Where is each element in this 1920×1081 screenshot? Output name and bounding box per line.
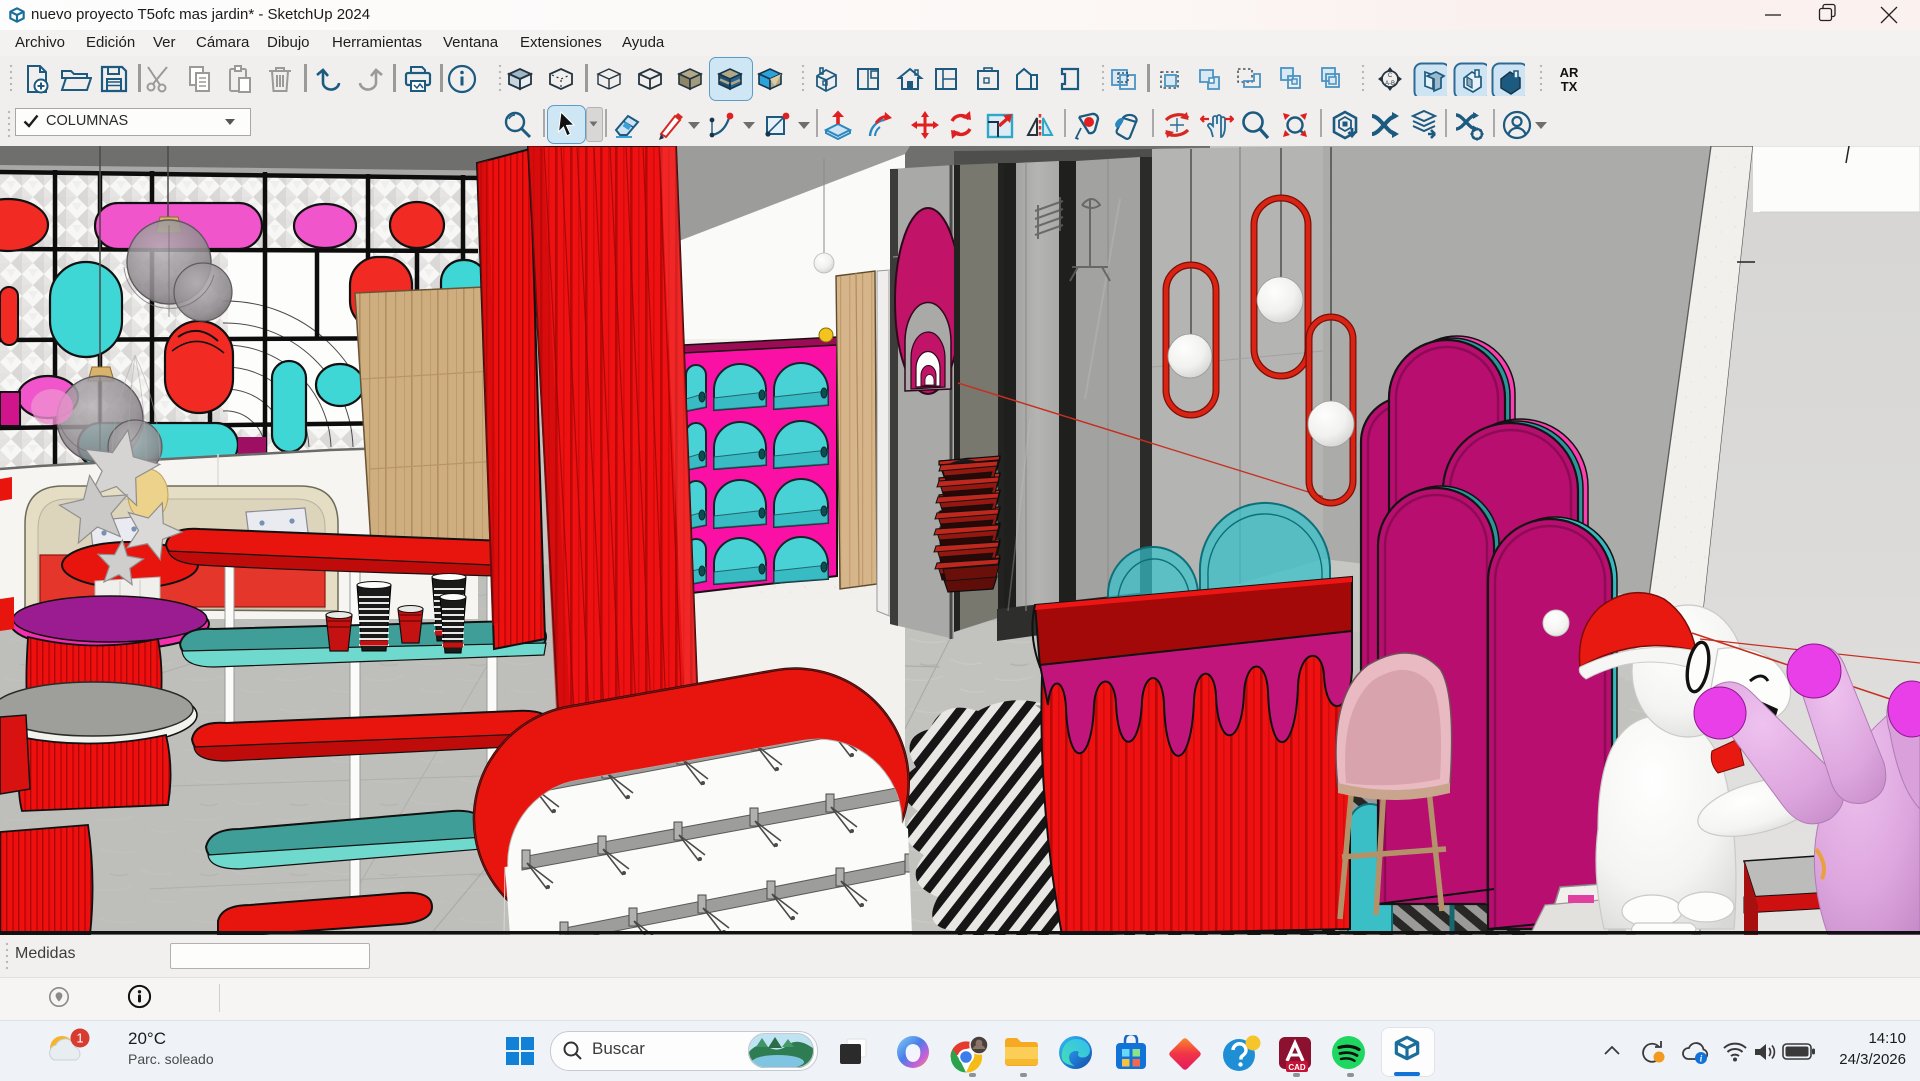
svg-text:1: 1 — [76, 1031, 83, 1046]
svg-text:CAD: CAD — [1288, 1063, 1306, 1072]
svg-text:AR: AR — [1560, 65, 1579, 80]
svg-text:A-B: A-B — [1385, 81, 1395, 87]
svg-text:TX: TX — [1561, 79, 1578, 94]
svg-text:C: C — [1388, 73, 1393, 79]
